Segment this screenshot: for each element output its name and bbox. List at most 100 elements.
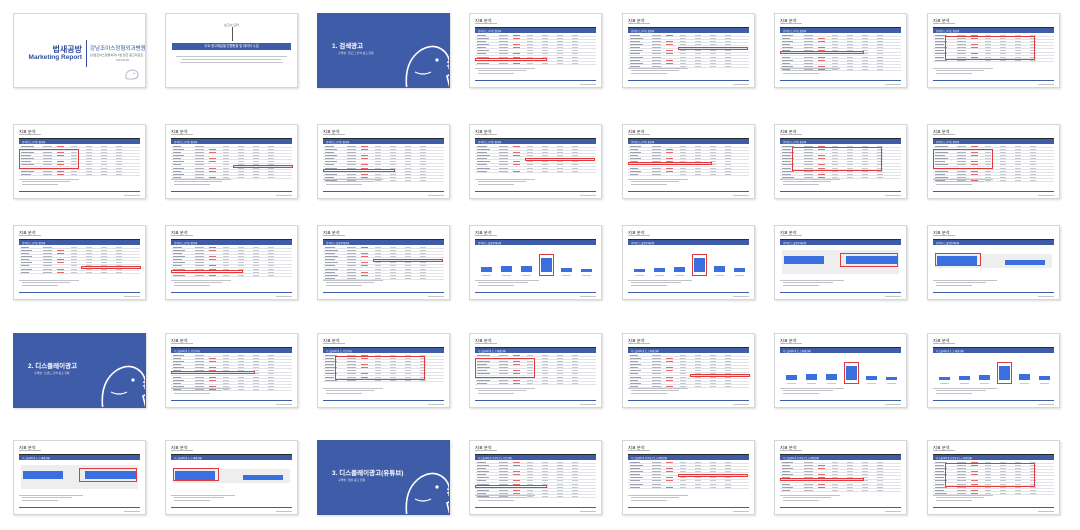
table-cell bbox=[630, 155, 638, 157]
slide-thumbnail-content[interactable]: 지표 분석 검색광고_월별전체현황 bbox=[317, 225, 450, 300]
note-line bbox=[22, 499, 58, 501]
slide-thumbnail-content[interactable]: 지표 분석 디스플레이광고_기본현황 bbox=[165, 333, 298, 408]
slide-thumbnail-content[interactable]: 지표 분석 검색광고_키워드별현황 bbox=[927, 124, 1060, 199]
table-cell bbox=[695, 370, 701, 372]
table-cell bbox=[477, 41, 486, 42]
table-cell bbox=[985, 489, 991, 491]
table-cell-highlight bbox=[209, 161, 216, 163]
table-cell bbox=[527, 477, 533, 479]
table-cell bbox=[782, 41, 793, 42]
table-cell bbox=[710, 379, 716, 381]
footer-bar bbox=[323, 399, 444, 401]
page-number bbox=[1038, 194, 1054, 196]
table-cell bbox=[782, 37, 790, 39]
slide-thumbnail-content[interactable]: 지표 분석 검색광고_월별전체현황 bbox=[622, 225, 755, 300]
slide-thumbnail-content[interactable]: 지표 분석 검색광고_키워드별현황 bbox=[774, 13, 907, 88]
table-cell bbox=[347, 265, 356, 267]
table-cell bbox=[477, 170, 487, 172]
slide-thumbnail-content[interactable]: 지표 분석 디스플레이광고_소재별현황 bbox=[774, 333, 907, 408]
table-cell bbox=[680, 361, 686, 362]
table-cell bbox=[527, 37, 533, 39]
note-line bbox=[936, 70, 984, 72]
footer-bar bbox=[475, 399, 596, 401]
table-cell bbox=[680, 56, 686, 58]
table-cell-highlight bbox=[513, 62, 520, 64]
table-cell bbox=[832, 56, 838, 58]
table-cell bbox=[572, 361, 578, 362]
table-row-line bbox=[323, 266, 444, 268]
table-row-line bbox=[780, 481, 901, 483]
table-cell bbox=[268, 259, 274, 261]
slide-thumbnail-content[interactable]: 지표 분석 검색광고_키워드별현황 bbox=[13, 124, 146, 199]
section-header-band: 검색광고_월별전체현황 bbox=[780, 240, 901, 245]
slide-thumbnail-section[interactable]: 3. 디스플레이광고(유튜브) 구역명 : 영상 광고 현황 bbox=[317, 440, 450, 515]
table-cell bbox=[527, 44, 533, 46]
table-cell bbox=[499, 461, 508, 463]
table-cell bbox=[782, 155, 791, 157]
cover-hospital-name: 강남조이스정형외과병원 bbox=[90, 46, 146, 52]
slide-thumbnail-content[interactable]: 지표 분석 검색광고_키워드별현황 bbox=[165, 225, 298, 300]
slide-thumbnail-content[interactable]: 지표 분석 검색광고_키워드별현황 bbox=[13, 225, 146, 300]
table-cell bbox=[557, 382, 563, 384]
table-cell-highlight bbox=[361, 164, 368, 166]
slide-thumbnail-content[interactable]: 지표 분석 디스플레이광고_소재별현황 bbox=[622, 333, 755, 408]
slide-thumbnail-content[interactable]: 지표 분석 검색광고_월별전체현황 bbox=[774, 225, 907, 300]
slide-thumbnail-intro[interactable]: 보고서 요약 주요 광고채널별 진행현황 및 데이터 수집 bbox=[165, 13, 298, 88]
table-cell bbox=[499, 354, 508, 356]
table-cell bbox=[542, 164, 548, 166]
slide-thumbnail-content[interactable]: 지표 분석 검색광고_키워드별현황 bbox=[469, 13, 602, 88]
note-line bbox=[933, 179, 993, 180]
table-cell bbox=[527, 489, 533, 491]
slide-thumbnail-content[interactable]: 지표 분석 검색광고_월별전체현황 bbox=[927, 225, 1060, 300]
table-cell bbox=[499, 161, 508, 163]
slide-thumbnail-content[interactable]: 지표 분석 디스플레이광고(유튜브)_소재별현황 bbox=[927, 440, 1060, 515]
section-header-band: 검색광고_키워드별현황 bbox=[171, 139, 292, 144]
slide-thumbnail-content[interactable]: 지표 분석 디스플레이광고(유튜브)_소재별현황 bbox=[774, 440, 907, 515]
slide-thumbnail-content[interactable]: 지표 분석 검색광고_월별전체현황 bbox=[469, 225, 602, 300]
slide-thumbnail-content[interactable]: 지표 분석 디스플레이광고_소재별현황 bbox=[469, 333, 602, 408]
page-number bbox=[1038, 403, 1054, 405]
slide-thumbnail-content[interactable]: 지표 분석 디스플레이광고_기본현황 bbox=[317, 333, 450, 408]
table-row-line bbox=[19, 251, 140, 253]
table-cell bbox=[527, 34, 533, 36]
table-cell bbox=[238, 145, 244, 147]
section-header-text: 검색광고_키워드별현황 bbox=[174, 242, 198, 245]
slide-thumbnail-content[interactable]: 지표 분석 검색광고_키워드별현황 bbox=[927, 13, 1060, 88]
slide-thumbnail-content[interactable]: 지표 분석 검색광고_키워드별현황 bbox=[317, 124, 450, 199]
slide-thumbnail-cover[interactable]: 법새공방 Marketing Report 강남조이스정형외과병원 (강남조이스… bbox=[13, 13, 146, 88]
slide-thumbnail-content[interactable]: 지표 분석 검색광고_키워드별현황 bbox=[774, 124, 907, 199]
slide-thumbnail-content[interactable]: 지표 분석 디스플레이광고(유튜브)_기본현황 bbox=[469, 440, 602, 515]
table-cell bbox=[420, 262, 426, 264]
table-cell bbox=[782, 161, 791, 163]
table-cell bbox=[499, 145, 508, 147]
slide-thumbnail-content[interactable]: 지표 분석 검색광고_키워드별현황 bbox=[165, 124, 298, 199]
slide-thumbnail-content[interactable]: 지표 분석 검색광고_키워드별현황 bbox=[622, 13, 755, 88]
table-cell bbox=[725, 148, 731, 150]
slide-thumbnail-content[interactable]: 지표 분석 검색광고_키워드별현황 bbox=[469, 124, 602, 199]
slide-thumbnail-section[interactable]: 1. 검색광고 구역명 : 블로그 검색 광고 현황 bbox=[317, 13, 450, 88]
table-row-line bbox=[628, 383, 749, 385]
table-cell bbox=[877, 477, 883, 479]
slide-thumbnail-content[interactable]: 지표 분석 디스플레이광고_소재별현황 bbox=[165, 440, 298, 515]
table-cell bbox=[325, 268, 338, 270]
note-line bbox=[478, 392, 514, 394]
table-cell-highlight bbox=[361, 148, 368, 150]
table-row-line bbox=[628, 469, 749, 471]
table-cell bbox=[253, 259, 259, 261]
slide-thumbnail-content[interactable]: 지표 분석 디스플레이광고(유튜브)_소재별현황 bbox=[622, 440, 755, 515]
chick-mascot-icon bbox=[405, 45, 449, 87]
table-cell bbox=[101, 155, 107, 157]
slide-thumbnail-section[interactable]: 2. 디스플레이광고 구역명 : 브랜드 검색 광고 현황 bbox=[13, 333, 146, 408]
table-cell bbox=[877, 65, 883, 67]
table-cell bbox=[101, 148, 107, 150]
table-cell-highlight bbox=[361, 155, 368, 157]
table-cell bbox=[557, 164, 563, 166]
table-cell bbox=[325, 158, 334, 160]
table-cell bbox=[557, 357, 563, 359]
slide-thumbnail-content[interactable]: 지표 분석 검색광고_키워드별현황 bbox=[622, 124, 755, 199]
table-cell bbox=[499, 152, 508, 153]
table-cell bbox=[375, 249, 381, 251]
slide-thumbnail-content[interactable]: 지표 분석 디스플레이광고_소재별현황 bbox=[13, 440, 146, 515]
table-cell bbox=[238, 155, 244, 157]
slide-thumbnail-content[interactable]: 지표 분석 디스플레이광고_소재별현황 bbox=[927, 333, 1060, 408]
